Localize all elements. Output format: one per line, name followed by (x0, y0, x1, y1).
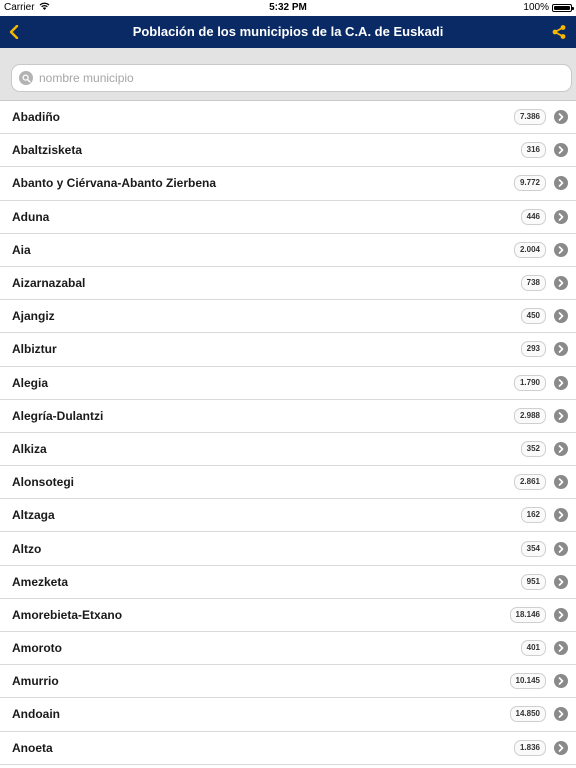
population-badge: 293 (520, 341, 546, 358)
list-item[interactable]: Amurrio 10.145 (0, 665, 576, 699)
municipio-name: Abaltzisketa (12, 143, 83, 158)
search-input[interactable] (39, 68, 571, 88)
municipio-name: Alonsotegi (12, 475, 74, 490)
search-bar (0, 48, 576, 101)
population-badge: 316 (520, 142, 546, 159)
municipio-name: Anoeta (12, 740, 53, 755)
chevron-right-icon (554, 740, 568, 755)
chevron-right-icon (554, 176, 568, 191)
battery-level (554, 6, 570, 10)
chevron-right-icon (554, 475, 568, 490)
list-item[interactable]: Alonsotegi 2.861 (0, 466, 576, 500)
population-badge: 162 (520, 507, 546, 524)
list-item[interactable]: Anoeta 1.836 (0, 732, 576, 765)
list-item[interactable]: Abaltzisketa 316 (0, 134, 576, 168)
chevron-right-icon (554, 309, 568, 324)
list-item[interactable]: Amezketa 951 (0, 566, 576, 599)
status-right: 100% (523, 0, 574, 16)
list-item[interactable]: Aizarnazabal 738 (0, 267, 576, 301)
chevron-right-icon (554, 508, 568, 523)
chevron-right-icon (554, 607, 568, 622)
list-item[interactable]: Abanto y Ciérvana-Abanto Zierbena 9.772 (0, 167, 576, 201)
list-item[interactable]: Amoroto 401 (0, 632, 576, 666)
list-item[interactable]: Albiztur 293 (0, 333, 576, 367)
status-bar: Carrier 5:32 PM 100% (0, 0, 576, 16)
population-badge: 951 (520, 573, 546, 590)
population-badge: 446 (520, 208, 546, 225)
municipio-name: Albiztur (12, 342, 57, 357)
list-item[interactable]: Alegia 1.790 (0, 367, 576, 400)
navigation-bar: Población de los municipios de la C.A. d… (0, 16, 576, 48)
population-badge: 9.772 (513, 175, 546, 192)
population-badge: 18.146 (509, 606, 546, 623)
population-badge: 401 (520, 640, 546, 657)
list-item[interactable]: Amorebieta-Etxano 18.146 (0, 599, 576, 632)
battery-icon (552, 4, 574, 12)
chevron-right-icon (554, 408, 568, 423)
list-item[interactable]: Ajangiz 450 (0, 300, 576, 334)
battery-percent: 100% (523, 2, 549, 13)
chevron-right-icon (554, 441, 568, 456)
share-button[interactable] (548, 21, 570, 43)
municipio-name: Amurrio (12, 674, 59, 689)
municipio-name: Alkiza (12, 441, 47, 456)
population-badge: 738 (520, 275, 546, 292)
share-icon (552, 25, 566, 39)
list-item[interactable]: Abadiño 7.386 (0, 101, 576, 135)
population-badge: 450 (520, 308, 546, 325)
chevron-right-icon (554, 541, 568, 556)
municipio-name: Aduna (12, 209, 50, 224)
chevron-right-icon (554, 276, 568, 291)
list-item[interactable]: Aia 2.004 (0, 234, 576, 267)
list-item[interactable]: Alkiza 352 (0, 433, 576, 467)
list-item[interactable]: Andoain 14.850 (0, 698, 576, 732)
chevron-left-icon (9, 25, 19, 39)
municipio-name: Aizarnazabal (12, 276, 86, 291)
municipio-name: Alegia (12, 375, 49, 390)
chevron-right-icon (554, 242, 568, 257)
list-item[interactable]: Alegría-Dulantzi 2.988 (0, 400, 576, 433)
population-badge: 2.861 (513, 474, 546, 491)
chevron-right-icon (554, 143, 568, 158)
search-field[interactable] (11, 64, 572, 92)
municipio-name: Amorebieta-Etxano (12, 607, 123, 622)
municipio-name: Aia (12, 242, 31, 257)
chevron-right-icon (554, 375, 568, 390)
municipio-name: Amezketa (12, 574, 69, 589)
municipio-name: Andoain (12, 707, 60, 722)
population-badge: 2.988 (513, 407, 546, 424)
municipio-name: Altzaga (12, 508, 55, 523)
population-badge: 10.145 (509, 673, 546, 690)
app-screen: Carrier 5:32 PM 100% Población de los mu… (0, 0, 576, 768)
population-badge: 1.790 (513, 374, 546, 391)
municipio-name: Abadiño (12, 110, 60, 125)
population-badge: 352 (520, 440, 546, 457)
population-badge: 2.004 (513, 241, 546, 258)
municipio-name: Abanto y Ciérvana-Abanto Zierbena (12, 176, 217, 191)
chevron-right-icon (554, 574, 568, 589)
chevron-right-icon (554, 110, 568, 125)
municipio-name: Amoroto (12, 641, 62, 656)
municipio-list: Abadiño 7.386 Abaltzisketa 316 Abanto y … (0, 101, 576, 765)
population-badge: 14.850 (509, 706, 546, 723)
population-badge: 1.836 (513, 739, 546, 756)
list-item[interactable]: Altzaga 162 (0, 499, 576, 533)
municipio-name: Altzo (12, 541, 42, 556)
list-item[interactable]: Altzo 354 (0, 532, 576, 566)
chevron-right-icon (554, 209, 568, 224)
chevron-right-icon (554, 641, 568, 656)
municipio-name: Ajangiz (12, 309, 55, 324)
search-icon (19, 71, 33, 85)
back-button[interactable] (6, 20, 22, 44)
municipio-name: Alegría-Dulantzi (12, 408, 104, 423)
page-title: Población de los municipios de la C.A. d… (132, 24, 444, 39)
chevron-right-icon (554, 342, 568, 357)
list-item[interactable]: Aduna 446 (0, 201, 576, 234)
chevron-right-icon (554, 707, 568, 722)
population-badge: 354 (520, 540, 546, 557)
chevron-right-icon (554, 674, 568, 689)
status-time: 5:32 PM (269, 2, 307, 13)
population-badge: 7.386 (513, 109, 546, 126)
